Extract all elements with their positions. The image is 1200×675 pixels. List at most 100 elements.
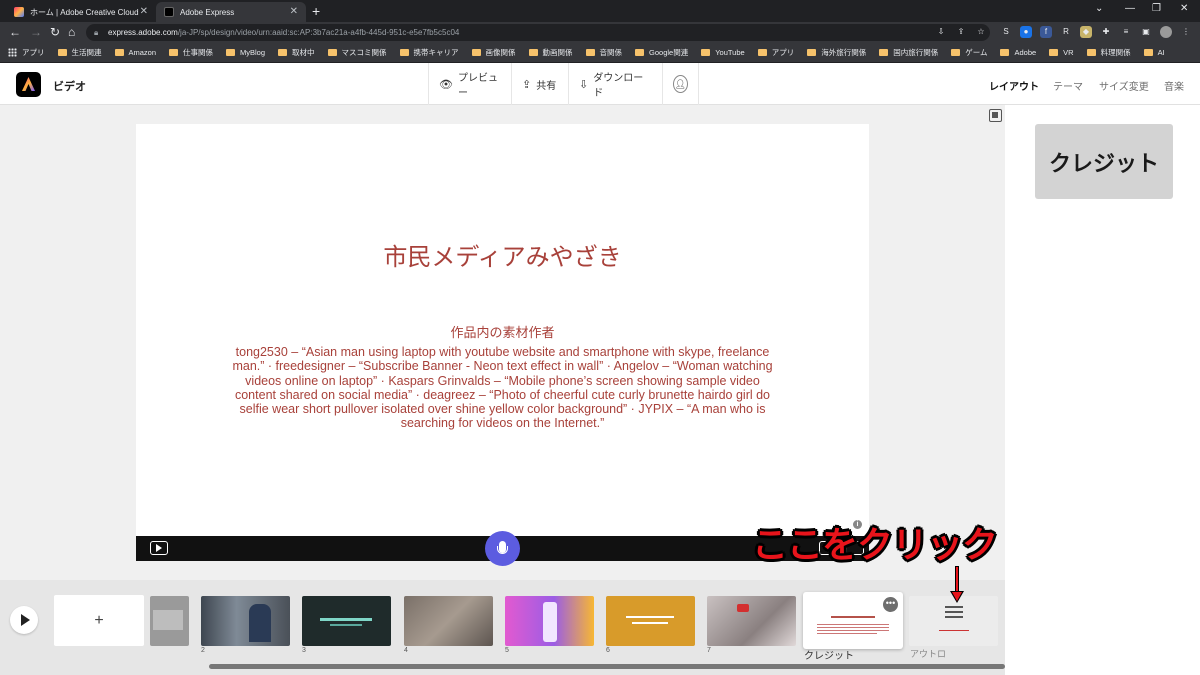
extension-s-icon[interactable]: S [1000,26,1012,38]
bookmark-label: 画像関係 [485,48,516,57]
profile-avatar-icon[interactable] [1160,26,1172,38]
tab-creative-cloud[interactable]: ホーム | Adobe Creative Cloud ✕ [6,2,156,22]
slide-canvas[interactable]: 市民メディアみやざき 作品内の素材作者 tong2530 – “Asian ma… [136,124,869,536]
bookmark-folder[interactable]: 取材中 [278,47,315,58]
adobe-express-favicon-icon [164,7,174,17]
tab-search-icon[interactable]: ⌄ [1095,3,1103,14]
restore-icon[interactable]: ❐ [1152,3,1161,14]
bookmark-folder[interactable]: YouTube [701,48,745,57]
bookmark-folder[interactable]: マスコミ関係 [327,47,387,58]
bookmark-folder[interactable]: 動画関係 [528,47,573,58]
bookmark-label: VR [1063,48,1074,57]
bookmark-folder[interactable]: VR [1049,48,1074,57]
url-field[interactable]: 🔒︎ express.adobe.com/ja-JP/sp/design/vid… [86,24,990,41]
scene-number: 4 [404,647,408,654]
extension-facebook-icon[interactable]: f [1040,26,1052,38]
bookmark-folder[interactable]: アプリ [757,47,794,58]
instruction-annotation: ここをクリック [752,525,998,566]
scene-clip-7[interactable] [707,596,796,646]
bookmark-folder[interactable]: 携帯キャリア [399,47,459,58]
adobe-express-logo-icon[interactable] [16,72,41,97]
close-window-icon[interactable]: ✕ [1180,3,1188,14]
home-icon[interactable]: ⌂ [68,25,75,39]
slide-credits-text[interactable]: tong2530 – “Asian man using laptop with … [224,345,781,431]
scene-number: 7 [707,647,711,654]
url-host: express.adobe.com [108,28,178,37]
invite-button[interactable]: 👤︎ [662,63,699,105]
bookmark-folder[interactable]: 国内旅行関係 [879,47,938,58]
extension-blue-icon[interactable]: ● [1020,26,1032,38]
play-icon[interactable] [150,541,168,555]
download-icon: ⇩ [579,78,589,91]
scene-clip-3[interactable] [302,596,391,646]
slide-title[interactable]: 市民メディアみやざき [136,237,869,272]
extension-rx-icon[interactable]: R [1060,26,1072,38]
record-voice-button[interactable] [485,531,520,566]
annotation-arrow-icon [950,566,964,606]
bookmark-star-icon[interactable]: ☆ [975,26,987,38]
menu-icon[interactable]: ⋮ [1180,26,1192,38]
back-icon[interactable]: ← [9,25,21,39]
bookmark-folder[interactable]: Adobe [1000,48,1036,57]
layout-option-credits[interactable]: クレジット [1035,124,1173,199]
slide-subtitle[interactable]: 作品内の素材作者 [136,322,869,341]
upload-icon: ⇪ [522,78,532,91]
bookmark-folder[interactable]: 仕事関係 [169,47,213,58]
fullscreen-icon[interactable] [989,109,1002,122]
folder-icon [807,49,817,56]
scene-clip-6[interactable] [606,596,695,646]
bookmark-folder[interactable]: 生活関連 [57,47,102,58]
tab-layout[interactable]: レイアウト [989,78,1039,93]
download-button[interactable]: ⇩ ダウンロード [568,63,662,105]
forward-icon[interactable]: → [30,25,42,39]
scene-label-outro: アウトロ [910,649,947,659]
folder-icon [57,49,67,56]
scene-number: 3 [302,647,306,654]
bookmark-folder[interactable]: 料理関係 [1086,47,1131,58]
folder-icon [327,49,337,56]
close-icon[interactable]: ✕ [140,6,148,17]
bookmark-label: 国内旅行関係 [893,48,939,57]
tab-resize[interactable]: サイズ変更 [1099,78,1149,93]
tab-theme[interactable]: テーマ [1053,78,1083,93]
bookmark-apps[interactable]: アプリ [8,47,45,58]
share-button[interactable]: ⇪ 共有 [511,63,568,105]
tab-adobe-express[interactable]: Adobe Express ✕ [156,2,306,22]
timeline-play-button[interactable] [10,606,38,634]
tab-title: Adobe Express [180,7,235,17]
bookmark-label: Adobe [1014,48,1037,57]
more-options-icon[interactable]: ••• [883,597,898,612]
bookmark-label: AI [1157,48,1165,57]
bookmark-folder[interactable]: ゲーム [951,47,987,58]
scene-clip-4[interactable] [404,596,493,646]
preview-button[interactable]: 👁︎ プレビュー [428,63,511,105]
timeline-scrollbar[interactable] [209,664,1005,669]
bookmark-label: アプリ [22,48,45,57]
scene-clip-5[interactable] [505,596,594,646]
app-header: ビデオ 👁︎ プレビュー ⇪ 共有 ⇩ ダウンロード 👤︎ レイアウト テーマ … [0,63,1200,105]
bookmark-folder[interactable]: 海外旅行関係 [807,47,866,58]
extension-yellow-icon[interactable]: ◆ [1080,26,1092,38]
add-scene-button[interactable]: + [54,595,144,646]
bookmark-folder[interactable]: Amazon [114,48,156,57]
media-icon[interactable]: ≡ [1120,26,1132,38]
scene-clip[interactable] [150,596,189,646]
extensions-puzzle-icon[interactable]: ✚ [1100,26,1112,38]
share-label: 共有 [536,80,557,92]
preview-label: プレビュー [457,73,498,99]
reload-icon[interactable]: ↻ [50,25,60,39]
bookmark-folder[interactable]: 画像関係 [471,47,516,58]
install-icon[interactable]: ⇩ [935,26,947,38]
share-page-icon[interactable]: ⇪ [955,26,967,38]
bookmark-folder[interactable]: 音関係 [585,47,622,58]
new-tab-icon[interactable]: + [312,3,320,19]
bookmark-folder[interactable]: AI [1143,48,1165,57]
close-icon[interactable]: ✕ [290,6,298,17]
bookmark-folder[interactable]: Google関連 [635,47,688,58]
tab-music[interactable]: 音楽 [1164,78,1184,93]
bookmarks-bar: アプリ 生活関連 Amazon 仕事関係 MyBlog 取材中 マスコミ関係 携… [0,43,1200,63]
minimize-icon[interactable]: — [1125,3,1135,14]
side-panel-icon[interactable]: ▣ [1140,26,1152,38]
scene-clip-2[interactable] [201,596,290,646]
bookmark-folder[interactable]: MyBlog [226,48,265,57]
